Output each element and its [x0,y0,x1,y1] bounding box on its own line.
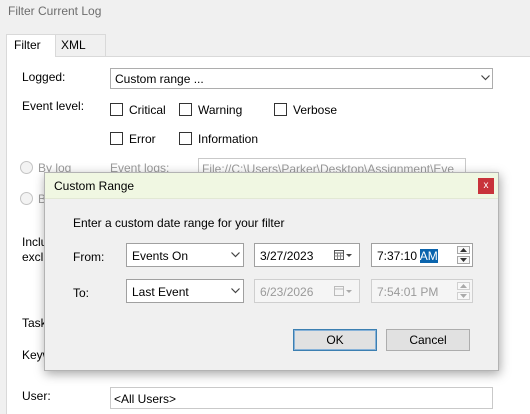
to-time-spin-up[interactable] [457,282,470,290]
cancel-label: Cancel [409,333,447,347]
ok-label: OK [326,333,344,347]
dialog-title: Custom Range [54,179,135,193]
to-time-value: 7:54:01 PM [377,285,439,299]
verbose-label: Verbose [293,103,338,117]
from-label: From: [73,250,105,264]
user-field[interactable]: <All Users> [110,387,493,409]
tab-filter[interactable]: Filter [6,34,56,57]
to-time-spin-down[interactable] [457,292,470,300]
cancel-button[interactable]: Cancel [386,329,470,351]
chevron-down-icon [231,252,240,259]
custom-range-dialog: Custom Range x Enter a custom date range… [44,172,499,371]
by-source-radio[interactable] [20,192,33,205]
warning-checkbox[interactable] [179,103,192,116]
to-mode-dropdown[interactable]: Last Event [126,279,244,303]
from-time-value: 7:37:10 AM [377,249,438,263]
logged-label: Logged: [22,70,66,84]
task-category-label: Task [22,316,47,330]
from-time-ampm-selected: AM [419,249,438,263]
calendar-dropdown-icon [334,286,354,300]
close-icon[interactable]: x [478,178,494,194]
chevron-down-icon [481,75,490,82]
critical-label: Critical [129,103,166,117]
to-time-field[interactable]: 7:54:01 PM [371,279,473,303]
ok-button[interactable]: OK [293,329,377,351]
from-mode-dropdown[interactable]: Events On [126,243,244,267]
from-time-spin-down[interactable] [457,256,470,264]
information-label: Information [198,132,259,146]
from-date-value: 3/27/2023 [260,249,314,263]
information-checkbox[interactable] [179,132,192,145]
logged-dropdown[interactable]: Custom range ... [110,68,493,89]
error-label: Error [129,132,156,146]
warning-label: Warning [198,103,243,117]
to-mode-value: Last Event [132,285,189,299]
tab-xml-label: XML [61,38,86,52]
dialog-title-bar: Custom Range x [45,173,498,199]
from-mode-value: Events On [132,249,189,263]
from-time-text: 7:37:10 [377,249,420,263]
user-label: User: [22,389,51,403]
from-time-field[interactable]: 7:37:10 AM [371,243,473,267]
tab-filter-label: Filter [14,38,41,52]
user-value: <All Users> [114,392,177,406]
to-label: To: [73,286,90,300]
window-title: Filter Current Log [8,4,102,18]
from-time-spin-up[interactable] [457,246,470,254]
from-date-picker[interactable]: 3/27/2023 [254,243,360,267]
logged-value: Custom range ... [115,72,204,86]
tab-xml[interactable]: XML [53,34,106,56]
calendar-dropdown-icon[interactable] [334,250,354,264]
by-log-radio[interactable] [20,161,33,174]
chevron-down-icon [231,288,240,295]
to-date-value: 6/23/2026 [260,285,314,299]
to-date-picker[interactable]: 6/23/2026 [254,279,360,303]
dialog-instructions: Enter a custom date range for your filte… [73,216,285,230]
verbose-checkbox[interactable] [274,103,287,116]
critical-checkbox[interactable] [110,103,123,116]
error-checkbox[interactable] [110,132,123,145]
event-level-label: Event level: [22,99,85,113]
